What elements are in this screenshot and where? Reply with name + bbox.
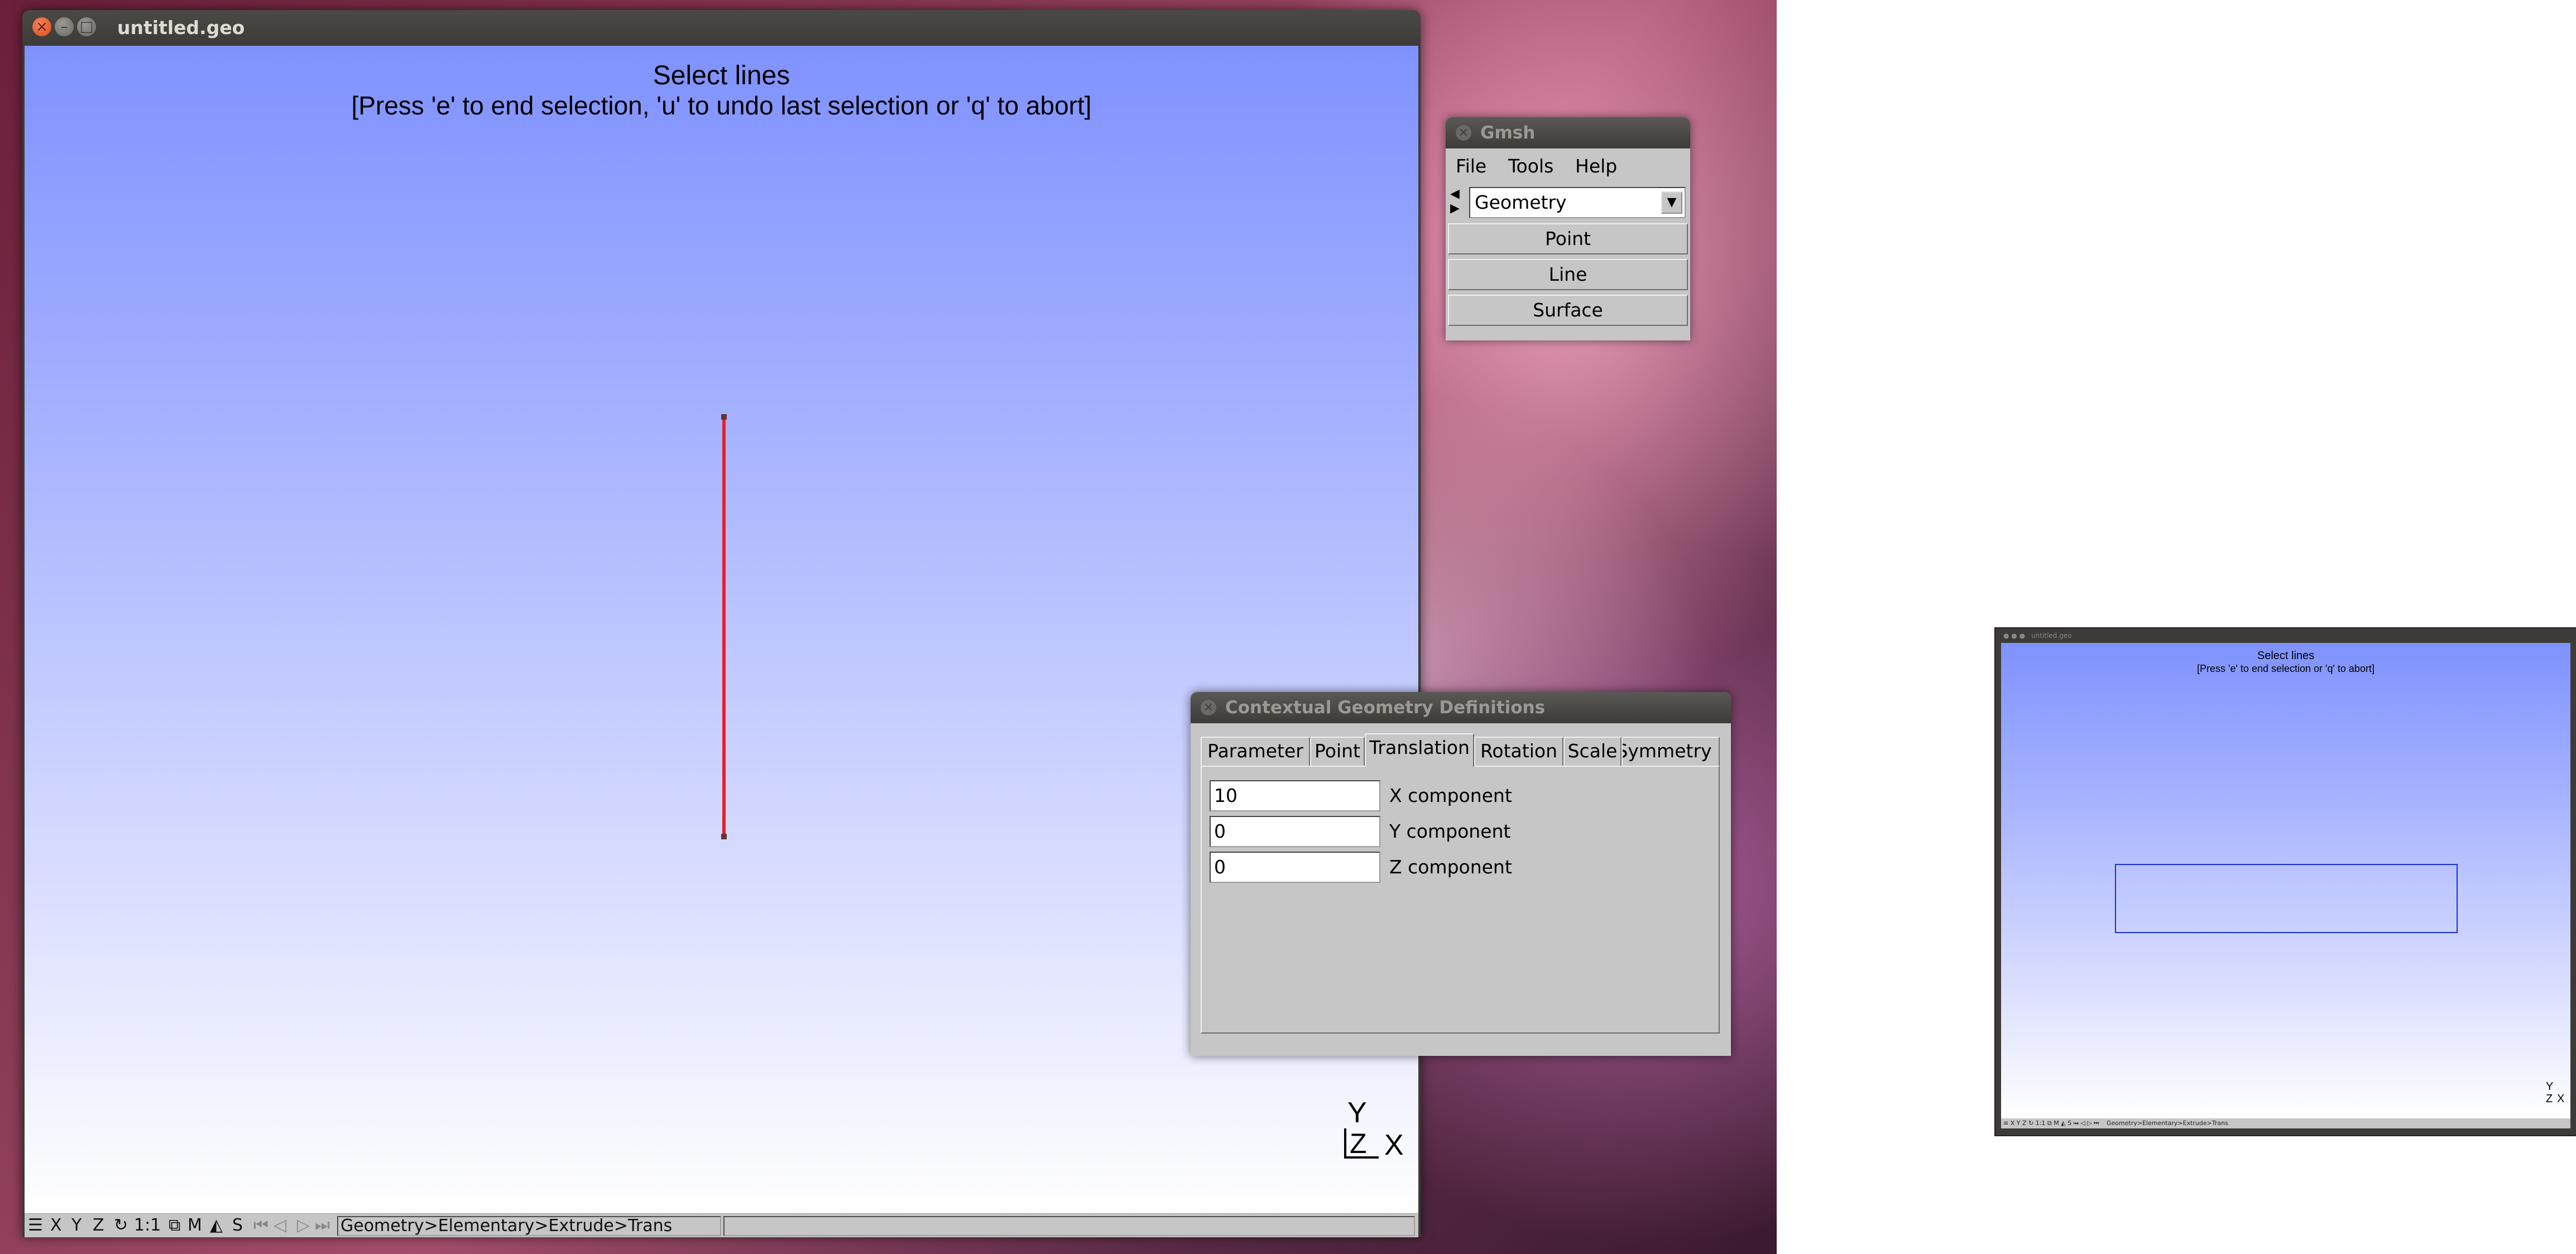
ctx-tab-bar: Parameter Point Translation Rotation Sca…: [1201, 733, 1721, 767]
translation-panel: 10 X component 0 Y component 0 Z compone…: [1201, 766, 1720, 1034]
tab-point[interactable]: Point: [1310, 737, 1365, 766]
window-close-button[interactable]: ×: [32, 17, 51, 36]
thumb-window-buttons: ● ● ●: [2003, 632, 2026, 640]
thumb-canvas: Select lines [Press 'e' to end selection…: [2001, 643, 2570, 1118]
y-component-label: Y component: [1389, 820, 1511, 842]
thumb-axis-y: Y: [2546, 1080, 2554, 1093]
ctx-title: Contextual Geometry Definitions: [1225, 698, 1546, 718]
window-maximize-button[interactable]: □: [77, 17, 96, 36]
gmsh-menubar: File Tools Help: [1446, 148, 1690, 182]
selected-line-entity[interactable]: [722, 416, 726, 836]
y-component-input[interactable]: 0: [1210, 816, 1380, 847]
chevron-down-icon[interactable]: ▼: [1661, 191, 1682, 214]
window-title: untitled.geo: [117, 17, 245, 39]
status-context-path: Geometry>Elementary>Extrude>Trans: [337, 1216, 721, 1236]
module-select[interactable]: Geometry ▼: [1469, 187, 1686, 218]
thumb-title: untitled.geo: [2031, 632, 2072, 640]
geometry-line-button[interactable]: Line: [1448, 259, 1688, 290]
thumb-status-path: Geometry>Elementary>Extrude>Trans: [2106, 1120, 2228, 1127]
tab-parameter[interactable]: Parameter: [1201, 737, 1310, 766]
thumb-prompt-title: Select lines: [2257, 650, 2315, 662]
previous-step-icon[interactable]: ◁: [274, 1216, 286, 1235]
gmsh-titlebar[interactable]: × Gmsh: [1446, 117, 1690, 148]
contextual-geometry-window: × Contextual Geometry Definitions Parame…: [1191, 692, 1731, 1056]
menu-file[interactable]: File: [1456, 155, 1486, 177]
main-titlebar[interactable]: × – □ untitled.geo: [22, 10, 1421, 46]
axis-y-line: [1344, 1128, 1346, 1159]
window-minimize-button[interactable]: –: [55, 17, 74, 36]
stereo-button[interactable]: S: [232, 1216, 243, 1235]
projection-cube-icon[interactable]: ⧉: [169, 1216, 180, 1235]
ctx-titlebar[interactable]: × Contextual Geometry Definitions: [1191, 692, 1731, 723]
thumb-prompt-hint: [Press 'e' to end selection or 'q' to ab…: [2197, 663, 2374, 674]
gmsh-close-icon[interactable]: ×: [1456, 125, 1471, 141]
ctx-close-icon[interactable]: ×: [1201, 700, 1216, 715]
tree-browser-arrows-icon[interactable]: ◀ ▶: [1450, 187, 1467, 218]
selection-prompt-title: Select lines: [653, 61, 790, 90]
scale-1to1-button[interactable]: 1:1: [134, 1216, 161, 1235]
mesh-button[interactable]: M: [188, 1216, 202, 1235]
thumb-selection-box: [2115, 864, 2458, 933]
menu-tools[interactable]: Tools: [1508, 155, 1553, 177]
thumb-status-icons: ≡ X Y Z ↻ 1:1 ⧉ M ◭ S ⏮ ◁ ▷ ⏭: [2003, 1120, 2099, 1127]
first-step-icon[interactable]: ⏮: [253, 1216, 268, 1235]
geometry-surface-button[interactable]: Surface: [1448, 295, 1688, 326]
menu-help[interactable]: Help: [1575, 155, 1617, 177]
status-bar: ☰ X Y Z ↻ 1:1 ⧉ M ◭ S ⏮ ◁ ▷ ⏭ Geometry>E…: [25, 1213, 1418, 1237]
thumb-status-bar: ≡ X Y Z ↻ 1:1 ⧉ M ◭ S ⏮ ◁ ▷ ⏭ Geometry>E…: [2001, 1118, 2570, 1128]
line-endpoint-top[interactable]: [721, 414, 727, 420]
last-step-icon[interactable]: ⏭: [315, 1216, 330, 1235]
tab-rotation[interactable]: Rotation: [1474, 737, 1563, 766]
view-x-button[interactable]: X: [50, 1216, 62, 1235]
thumb-axis-x: X: [2557, 1093, 2565, 1105]
axis-label-y: Y: [1347, 1097, 1367, 1129]
menu-toggle-icon[interactable]: ☰: [28, 1216, 43, 1235]
z-component-label: Z component: [1389, 856, 1512, 878]
module-select-value: Geometry: [1475, 191, 1567, 213]
selection-prompt-hint: [Press 'e' to end selection, 'u' to undo…: [351, 91, 1092, 120]
workspace-thumbnail[interactable]: ● ● ● untitled.geo Select lines [Press '…: [1994, 627, 2576, 1136]
rotate-icon[interactable]: ↻: [114, 1216, 128, 1235]
tab-translation[interactable]: Translation: [1365, 733, 1474, 767]
gmsh-menu-window: × Gmsh File Tools Help ◀ ▶ Geometry ▼ Poi…: [1446, 117, 1690, 340]
axis-label-z: Z: [1350, 1128, 1367, 1159]
thumb-axis-z: Z: [2546, 1093, 2553, 1105]
axis-label-x: X: [1384, 1129, 1404, 1161]
selection-icon[interactable]: ◭: [210, 1216, 223, 1235]
tab-symmetry[interactable]: Symmetry: [1622, 737, 1720, 766]
next-step-icon[interactable]: ▷: [297, 1216, 310, 1235]
geometry-point-button[interactable]: Point: [1448, 223, 1688, 254]
gmsh-title: Gmsh: [1480, 123, 1536, 143]
view-z-button[interactable]: Z: [93, 1216, 104, 1235]
x-component-label: X component: [1389, 785, 1512, 806]
status-message-field: [723, 1216, 1415, 1236]
view-y-button[interactable]: Y: [71, 1216, 81, 1235]
line-endpoint-bottom[interactable]: [721, 834, 727, 839]
tab-scale[interactable]: Scale: [1563, 737, 1622, 766]
x-component-input[interactable]: 10: [1210, 780, 1380, 811]
z-component-input[interactable]: 0: [1210, 852, 1380, 883]
